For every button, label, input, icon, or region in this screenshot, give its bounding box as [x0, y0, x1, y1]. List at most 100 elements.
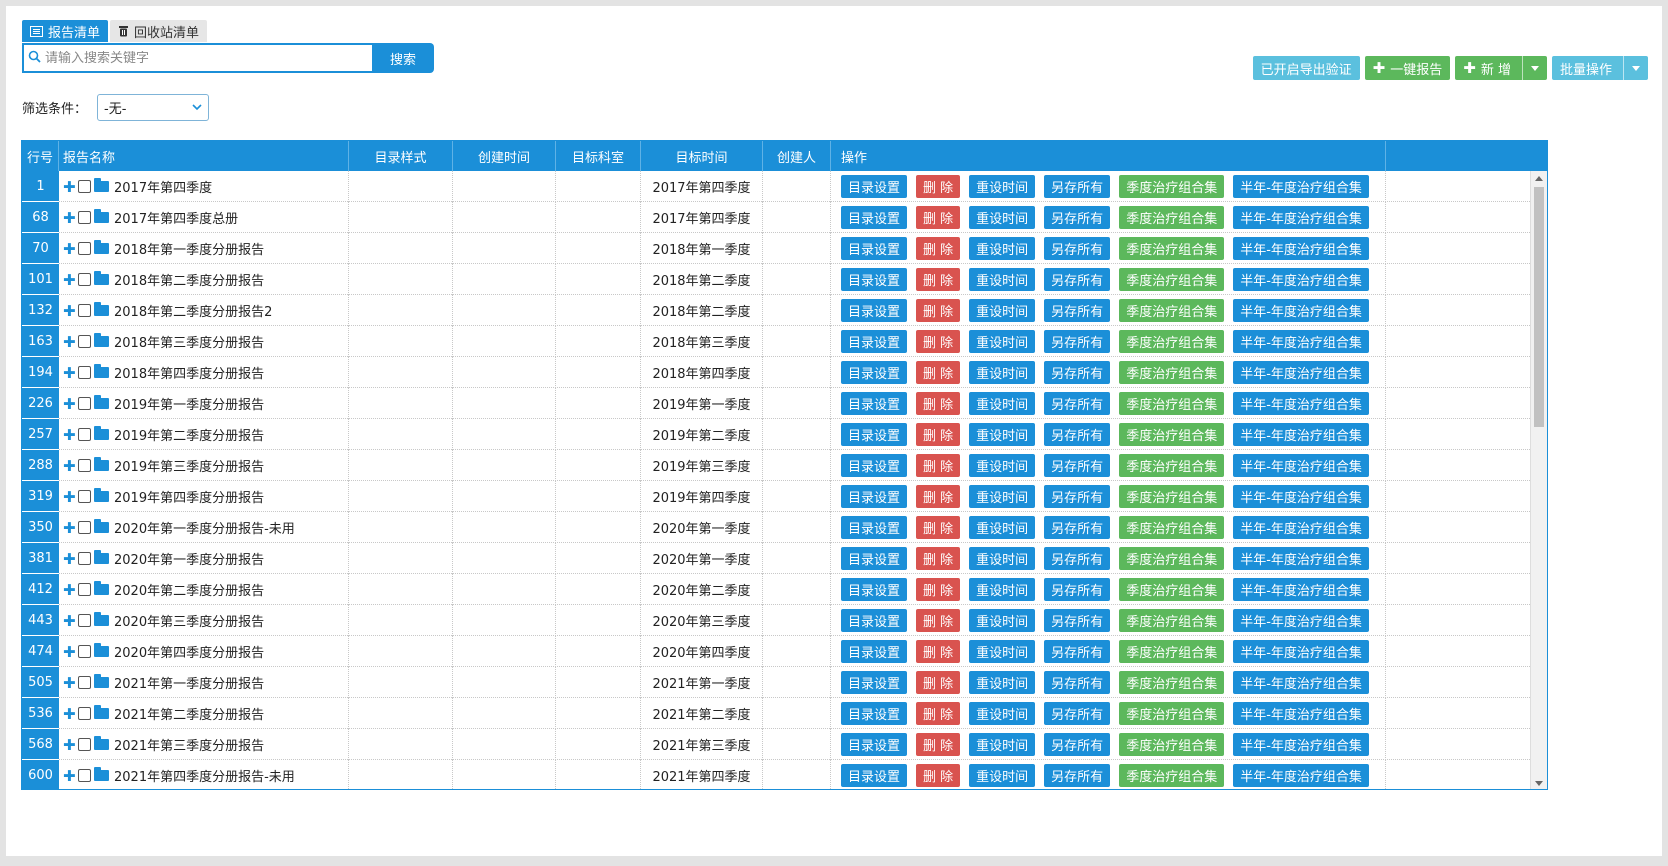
quarter-treatment-set-button[interactable]: 季度治疗组合集: [1119, 640, 1225, 663]
scroll-down-arrow-icon[interactable]: [1535, 781, 1543, 786]
save-all-button[interactable]: 另存所有: [1044, 671, 1111, 694]
catalog-settings-button[interactable]: 目录设置: [841, 485, 908, 508]
catalog-settings-button[interactable]: 目录设置: [841, 237, 908, 260]
scrollbar-thumb[interactable]: [1534, 187, 1544, 427]
quarter-treatment-set-button[interactable]: 季度治疗组合集: [1119, 485, 1225, 508]
row-checkbox[interactable]: [78, 707, 91, 720]
row-checkbox[interactable]: [78, 335, 91, 348]
half-year-treatment-set-button[interactable]: 半年-年度治疗组合集: [1233, 609, 1369, 632]
row-checkbox[interactable]: [78, 211, 91, 224]
row-checkbox[interactable]: [78, 304, 91, 317]
half-year-treatment-set-button[interactable]: 半年-年度治疗组合集: [1233, 671, 1369, 694]
col-catalog-style[interactable]: 目录样式: [349, 141, 453, 171]
quarter-treatment-set-button[interactable]: 季度治疗组合集: [1119, 702, 1225, 725]
delete-button[interactable]: 删 除: [916, 268, 961, 291]
half-year-treatment-set-button[interactable]: 半年-年度治疗组合集: [1233, 547, 1369, 570]
reset-time-button[interactable]: 重设时间: [969, 485, 1036, 508]
quarter-treatment-set-button[interactable]: 季度治疗组合集: [1119, 237, 1225, 260]
quarter-treatment-set-button[interactable]: 季度治疗组合集: [1119, 733, 1225, 756]
col-target-dept[interactable]: 目标科室: [556, 141, 641, 171]
expand-plus-icon[interactable]: ✚: [63, 426, 76, 444]
half-year-treatment-set-button[interactable]: 半年-年度治疗组合集: [1233, 640, 1369, 663]
quarter-treatment-set-button[interactable]: 季度治疗组合集: [1119, 206, 1225, 229]
delete-button[interactable]: 删 除: [916, 299, 961, 322]
row-checkbox[interactable]: [78, 397, 91, 410]
quarter-treatment-set-button[interactable]: 季度治疗组合集: [1119, 268, 1225, 291]
half-year-treatment-set-button[interactable]: 半年-年度治疗组合集: [1233, 175, 1369, 198]
reset-time-button[interactable]: 重设时间: [969, 547, 1036, 570]
catalog-settings-button[interactable]: 目录设置: [841, 702, 908, 725]
delete-button[interactable]: 删 除: [916, 392, 961, 415]
reset-time-button[interactable]: 重设时间: [969, 237, 1036, 260]
expand-plus-icon[interactable]: ✚: [63, 333, 76, 351]
row-checkbox[interactable]: [78, 521, 91, 534]
save-all-button[interactable]: 另存所有: [1044, 702, 1111, 725]
reset-time-button[interactable]: 重设时间: [969, 671, 1036, 694]
quarter-treatment-set-button[interactable]: 季度治疗组合集: [1119, 516, 1225, 539]
quarter-treatment-set-button[interactable]: 季度治疗组合集: [1119, 671, 1225, 694]
save-all-button[interactable]: 另存所有: [1044, 392, 1111, 415]
search-button[interactable]: 搜索: [372, 43, 434, 73]
delete-button[interactable]: 删 除: [916, 733, 961, 756]
catalog-settings-button[interactable]: 目录设置: [841, 299, 908, 322]
save-all-button[interactable]: 另存所有: [1044, 547, 1111, 570]
half-year-treatment-set-button[interactable]: 半年-年度治疗组合集: [1233, 764, 1369, 787]
expand-plus-icon[interactable]: ✚: [63, 767, 76, 785]
row-checkbox[interactable]: [78, 769, 91, 782]
quarter-treatment-set-button[interactable]: 季度治疗组合集: [1119, 175, 1225, 198]
expand-plus-icon[interactable]: ✚: [63, 209, 76, 227]
quarter-treatment-set-button[interactable]: 季度治疗组合集: [1119, 764, 1225, 787]
reset-time-button[interactable]: 重设时间: [969, 175, 1036, 198]
catalog-settings-button[interactable]: 目录设置: [841, 609, 908, 632]
reset-time-button[interactable]: 重设时间: [969, 454, 1036, 477]
scroll-up-arrow-icon[interactable]: [1535, 176, 1543, 181]
col-created-time[interactable]: 创建时间: [453, 141, 556, 171]
expand-plus-icon[interactable]: ✚: [63, 519, 76, 537]
catalog-settings-button[interactable]: 目录设置: [841, 547, 908, 570]
delete-button[interactable]: 删 除: [916, 609, 961, 632]
reset-time-button[interactable]: 重设时间: [969, 609, 1036, 632]
reset-time-button[interactable]: 重设时间: [969, 733, 1036, 756]
save-all-button[interactable]: 另存所有: [1044, 733, 1111, 756]
delete-button[interactable]: 删 除: [916, 516, 961, 539]
catalog-settings-button[interactable]: 目录设置: [841, 423, 908, 446]
save-all-button[interactable]: 另存所有: [1044, 175, 1111, 198]
tab-recycle-bin[interactable]: 回收站清单: [110, 20, 208, 42]
save-all-button[interactable]: 另存所有: [1044, 578, 1111, 601]
catalog-settings-button[interactable]: 目录设置: [841, 268, 908, 291]
delete-button[interactable]: 删 除: [916, 454, 961, 477]
delete-button[interactable]: 删 除: [916, 330, 961, 353]
half-year-treatment-set-button[interactable]: 半年-年度治疗组合集: [1233, 423, 1369, 446]
expand-plus-icon[interactable]: ✚: [63, 705, 76, 723]
reset-time-button[interactable]: 重设时间: [969, 268, 1036, 291]
half-year-treatment-set-button[interactable]: 半年-年度治疗组合集: [1233, 454, 1369, 477]
delete-button[interactable]: 删 除: [916, 485, 961, 508]
expand-plus-icon[interactable]: ✚: [63, 178, 76, 196]
catalog-settings-button[interactable]: 目录设置: [841, 361, 908, 384]
expand-plus-icon[interactable]: ✚: [63, 395, 76, 413]
reset-time-button[interactable]: 重设时间: [969, 330, 1036, 353]
catalog-settings-button[interactable]: 目录设置: [841, 733, 908, 756]
half-year-treatment-set-button[interactable]: 半年-年度治疗组合集: [1233, 361, 1369, 384]
quarter-treatment-set-button[interactable]: 季度治疗组合集: [1119, 330, 1225, 353]
save-all-button[interactable]: 另存所有: [1044, 237, 1111, 260]
delete-button[interactable]: 删 除: [916, 206, 961, 229]
row-checkbox[interactable]: [78, 552, 91, 565]
catalog-settings-button[interactable]: 目录设置: [841, 330, 908, 353]
half-year-treatment-set-button[interactable]: 半年-年度治疗组合集: [1233, 299, 1369, 322]
half-year-treatment-set-button[interactable]: 半年-年度治疗组合集: [1233, 702, 1369, 725]
quarter-treatment-set-button[interactable]: 季度治疗组合集: [1119, 299, 1225, 322]
row-checkbox[interactable]: [78, 614, 91, 627]
delete-button[interactable]: 删 除: [916, 671, 961, 694]
save-all-button[interactable]: 另存所有: [1044, 640, 1111, 663]
reset-time-button[interactable]: 重设时间: [969, 640, 1036, 663]
catalog-settings-button[interactable]: 目录设置: [841, 392, 908, 415]
catalog-settings-button[interactable]: 目录设置: [841, 640, 908, 663]
quarter-treatment-set-button[interactable]: 季度治疗组合集: [1119, 423, 1225, 446]
reset-time-button[interactable]: 重设时间: [969, 206, 1036, 229]
row-checkbox[interactable]: [78, 645, 91, 658]
expand-plus-icon[interactable]: ✚: [63, 457, 76, 475]
delete-button[interactable]: 删 除: [916, 764, 961, 787]
reset-time-button[interactable]: 重设时间: [969, 299, 1036, 322]
half-year-treatment-set-button[interactable]: 半年-年度治疗组合集: [1233, 237, 1369, 260]
